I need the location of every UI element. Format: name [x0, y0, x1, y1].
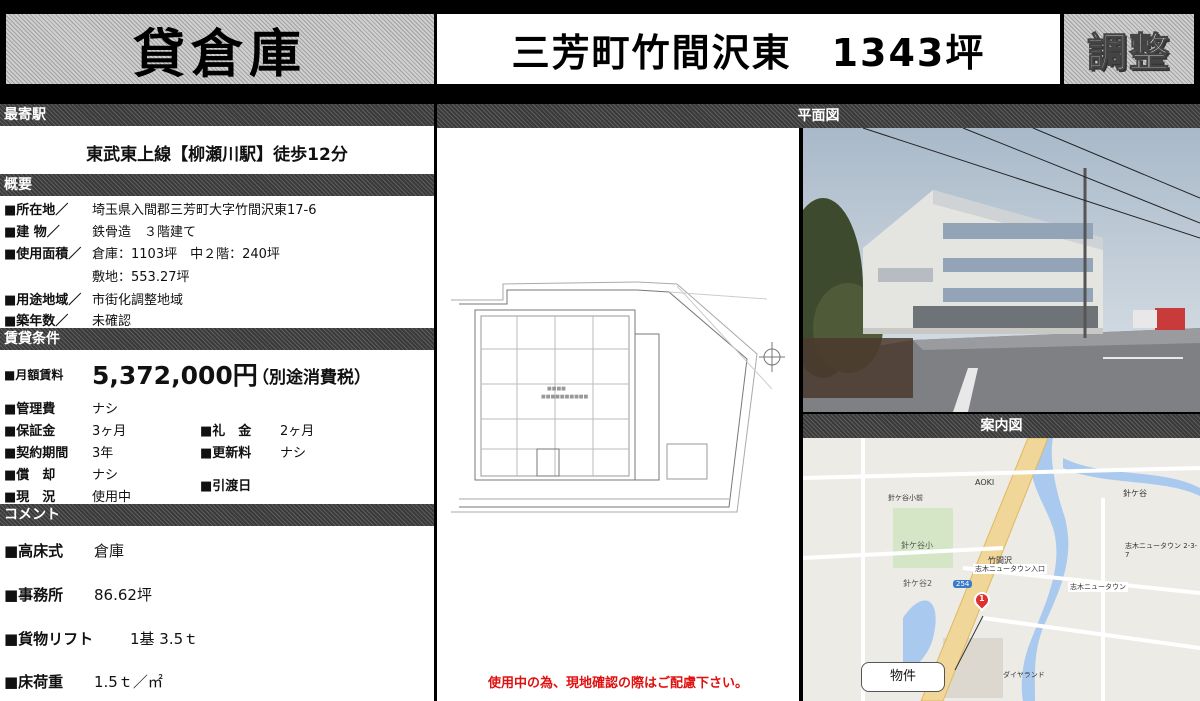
building-label: ■建 物／: [4, 225, 60, 240]
zone-value: 市街化調整地域: [92, 293, 184, 308]
location-label: ■所在地／: [4, 203, 69, 218]
status-label: 調整: [1087, 30, 1171, 77]
comment-value-1: 倉庫: [94, 542, 125, 560]
comment-label-1: ■高床式: [4, 542, 64, 560]
map-label-harigaya-sho-mae: 針ケ谷小前: [888, 494, 923, 502]
map-label-harigaya-sho: 針ケ谷小: [901, 541, 933, 550]
deposit-label: ■保証金: [4, 424, 56, 439]
area-value: 倉庫：1103坪 中２階：240坪: [92, 247, 280, 262]
map-label-harigaya2: 針ケ谷2: [903, 579, 933, 588]
map-label-route: 254: [953, 580, 973, 588]
map-label-harigaya: 針ケ谷: [1123, 489, 1147, 498]
comment-value-3: 1基 3.5ｔ: [130, 630, 199, 648]
guide-map: AOKI 針ケ谷小前 針ケ谷小 針ケ谷2 竹間沢 志木ニュータウン入口 志木ニュ…: [803, 438, 1200, 701]
deposit-value: 3ヶ月: [92, 424, 127, 439]
renewal-fee-value: ナシ: [280, 446, 307, 461]
subtitle-box: 三芳町竹間沢東 1343坪: [437, 14, 1060, 84]
rent-label: ■月額賃料: [4, 368, 64, 382]
comment-header: コメント: [0, 504, 434, 526]
svg-text:■■■■: ■■■■: [547, 386, 566, 392]
key-money-value: 2ヶ月: [280, 424, 315, 439]
map-label-shiki-nt-iriguchi: 志木ニュータウン入口: [973, 564, 1047, 574]
renewal-fee-label: ■更新料: [200, 446, 252, 461]
site-area-value: 敷地：553.27坪: [92, 270, 190, 285]
details-panel: 最寄駅 東武東上線【柳瀬川駅】徒歩12分 概要 ■所在地／ 埼玉県入間郡三芳町大…: [0, 104, 434, 701]
comment-value-4: 1.5ｔ／㎡: [94, 673, 163, 691]
map-label-shiki-nt-237: 志木ニュータウン 2-3-7: [1125, 542, 1198, 559]
floorplan-drawing: ■■■■ ■■■■■■■■■■: [451, 281, 785, 513]
current-status-label: ■現 況: [4, 490, 56, 505]
overview-header: 概要: [0, 174, 434, 196]
handover-label: ■引渡日: [200, 479, 252, 494]
map-label-shiki-nt: 志木ニュータウン: [1068, 582, 1128, 592]
zone-label: ■用途地域／: [4, 293, 82, 308]
map-label-aoki: AOKI: [975, 478, 995, 487]
current-status-value: 使用中: [92, 490, 132, 505]
term-value: 3年: [92, 446, 114, 461]
property-marker-number: 1: [979, 594, 985, 603]
age-value: 未確認: [92, 314, 132, 329]
location-value: 埼玉県入間郡三芳町大字竹間沢東17-6: [92, 203, 317, 218]
amortization-value: ナシ: [92, 468, 119, 483]
site-visit-notice: 使用中の為、現地確認の際はご配慮下さい。: [487, 676, 748, 691]
nearest-station: 東武東上線【柳瀬川駅】徒歩12分: [86, 145, 348, 165]
rent-tax-note: （別途消費税）: [252, 368, 371, 388]
term-label: ■契約期間: [4, 446, 69, 461]
comment-value-2: 86.62坪: [94, 586, 152, 604]
comment-label-3: ■貨物リフト: [4, 630, 94, 648]
map-header: 案内図: [803, 414, 1200, 438]
building-value: 鉄骨造 ３階建て: [92, 225, 197, 240]
property-type-title: 貸倉庫: [6, 14, 434, 85]
comment-label-4: ■床荷重: [4, 673, 64, 691]
rent-value: 5,372,000円: [92, 361, 258, 390]
area-label: ■使用面積／: [4, 247, 82, 262]
station-header: 最寄駅: [0, 104, 434, 126]
mgmt-fee-label: ■管理費: [4, 402, 56, 417]
key-money-label: ■礼 金: [200, 424, 252, 439]
comment-label-2: ■事務所: [4, 586, 64, 604]
location-row: ■所在地／: [4, 199, 68, 218]
map-label-daiyaland: ダイヤランド: [1003, 671, 1045, 679]
age-label: ■築年数／: [4, 314, 69, 329]
building-photo: [803, 128, 1200, 412]
floorplan-header: 平面図: [437, 104, 1200, 128]
lease-header: 賃貸条件: [0, 328, 434, 350]
marker-callout-pointer: [954, 615, 984, 671]
building-photo-illustration: [803, 128, 1200, 412]
property-callout: 物件: [861, 662, 945, 692]
status-box: 調整: [1064, 14, 1194, 84]
mgmt-fee-value: ナシ: [92, 402, 119, 417]
svg-text:■■■■■■■■■■: ■■■■■■■■■■: [541, 394, 589, 400]
amortization-label: ■償 却: [4, 468, 56, 483]
property-location-size: 三芳町竹間沢東 1343坪: [511, 30, 986, 75]
floorplan-panel: ■■■■ ■■■■■■■■■■: [437, 104, 799, 701]
